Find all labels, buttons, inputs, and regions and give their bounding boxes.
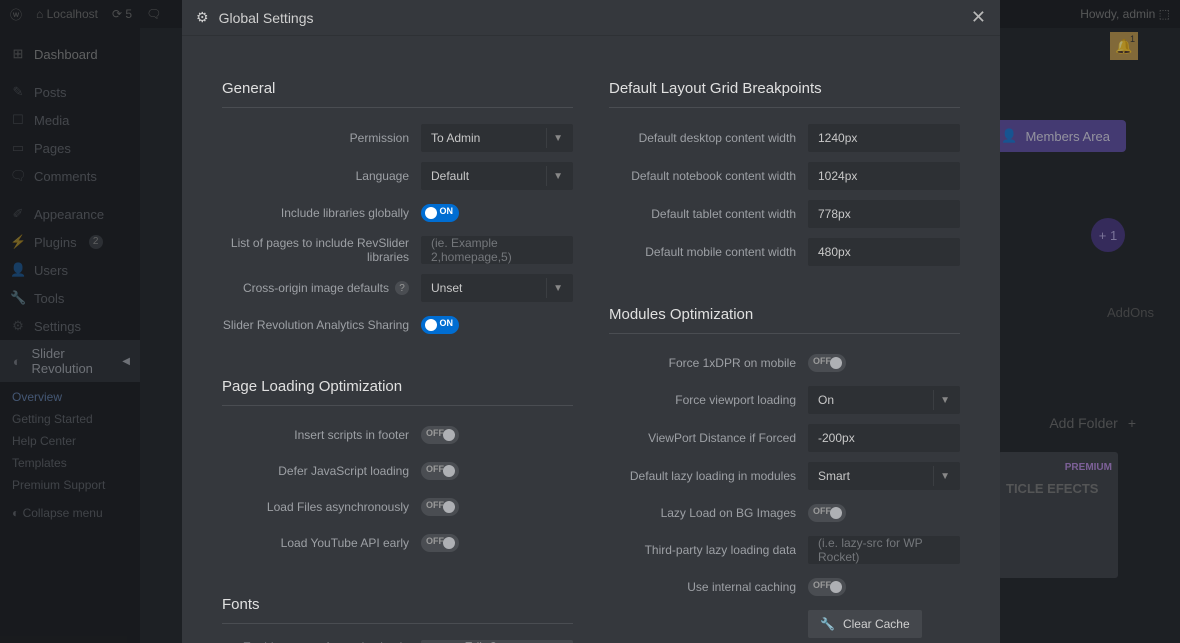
gear-icon: ⚙ — [196, 9, 209, 26]
pages-list-label: List of pages to include RevSlider libra… — [222, 236, 421, 264]
clear-cache-button[interactable]: 🔧Clear Cache — [808, 610, 922, 638]
right-column: Default Layout Grid Breakpoints Default … — [609, 80, 960, 643]
section-fonts: Fonts — [222, 596, 573, 624]
desktop-width-input[interactable]: 1240px — [808, 124, 960, 152]
left-column: General Permission To Admin▼ Language De… — [222, 80, 573, 643]
tablet-width-input[interactable]: 778px — [808, 200, 960, 228]
cross-origin-select[interactable]: Unset▼ — [421, 274, 573, 302]
global-settings-modal: ⚙ Global Settings ✕ General Permission T… — [182, 0, 1000, 643]
chevron-down-icon: ▼ — [940, 395, 950, 406]
viewport-distance-input[interactable]: -200px — [808, 424, 960, 452]
section-breakpoints: Default Layout Grid Breakpoints — [609, 80, 960, 108]
tablet-width-label: Default tablet content width — [609, 207, 808, 221]
mobile-width-input[interactable]: 480px — [808, 238, 960, 266]
analytics-label: Slider Revolution Analytics Sharing — [222, 318, 421, 332]
include-globally-toggle[interactable]: ON — [421, 204, 459, 222]
permission-label: Permission — [222, 131, 421, 145]
section-modules: Modules Optimization — [609, 306, 960, 334]
chevron-down-icon: ▼ — [553, 283, 563, 294]
notebook-width-input: 1024px — [808, 162, 960, 190]
language-select[interactable]: Default▼ — [421, 162, 573, 190]
internal-cache-label: Use internal caching — [609, 580, 808, 594]
defer-js-label: Defer JavaScript loading — [222, 464, 421, 478]
lazy-bg-label: Lazy Load on BG Images — [609, 506, 808, 520]
async-files-toggle[interactable]: OFF — [421, 498, 459, 516]
mobile-width-label: Default mobile content width — [609, 245, 808, 259]
lazy-bg-toggle[interactable]: OFF — [808, 504, 846, 522]
wrench-icon: 🔧 — [820, 617, 835, 631]
defer-js-toggle[interactable]: OFF — [421, 462, 459, 480]
modal-body: General Permission To Admin▼ Language De… — [182, 36, 1000, 643]
section-general: General — [222, 80, 573, 108]
modal-header: ⚙ Global Settings ✕ — [182, 0, 1000, 36]
force-dpr-toggle[interactable]: OFF — [808, 354, 846, 372]
youtube-early-label: Load YouTube API early — [222, 536, 421, 550]
insert-footer-label: Insert scripts in footer — [222, 428, 421, 442]
default-lazy-label: Default lazy loading in modules — [609, 469, 808, 483]
third-party-lazy-input[interactable]: (i.e. lazy-src for WP Rocket) — [808, 536, 960, 564]
internal-cache-toggle[interactable]: OFF — [808, 578, 846, 596]
help-icon[interactable]: ? — [395, 281, 409, 295]
insert-footer-toggle[interactable]: OFF — [421, 426, 459, 444]
youtube-early-toggle[interactable]: OFF — [421, 534, 459, 552]
section-page-loading: Page Loading Optimization — [222, 378, 573, 406]
close-icon[interactable]: ✕ — [971, 7, 986, 28]
viewport-distance-label: ViewPort Distance if Forced — [609, 431, 808, 445]
notebook-width-label: Default notebook content width — [609, 169, 808, 183]
chevron-down-icon: ▼ — [553, 133, 563, 144]
language-label: Language — [222, 169, 421, 183]
default-lazy-select[interactable]: Smart▼ — [808, 462, 960, 490]
chevron-down-icon: ▼ — [553, 171, 563, 182]
force-viewport-label: Force viewport loading — [609, 393, 808, 407]
permission-select[interactable]: To Admin▼ — [421, 124, 573, 152]
include-globally-label: Include libraries globally — [222, 206, 421, 220]
modal-title: Global Settings — [219, 10, 314, 26]
force-dpr-label: Force 1xDPR on mobile — [609, 356, 808, 370]
chevron-down-icon: ▼ — [940, 471, 950, 482]
force-viewport-select[interactable]: On▼ — [808, 386, 960, 414]
pages-list-input[interactable]: (ie. Example 2,homepage,5) — [421, 236, 573, 264]
cross-origin-label: Cross-origin image defaults? — [222, 281, 421, 295]
async-files-label: Load Files asynchronously — [222, 500, 421, 514]
third-party-lazy-label: Third-party lazy loading data — [609, 543, 808, 557]
analytics-toggle[interactable]: ON — [421, 316, 459, 334]
desktop-width-label: Default desktop content width — [609, 131, 808, 145]
